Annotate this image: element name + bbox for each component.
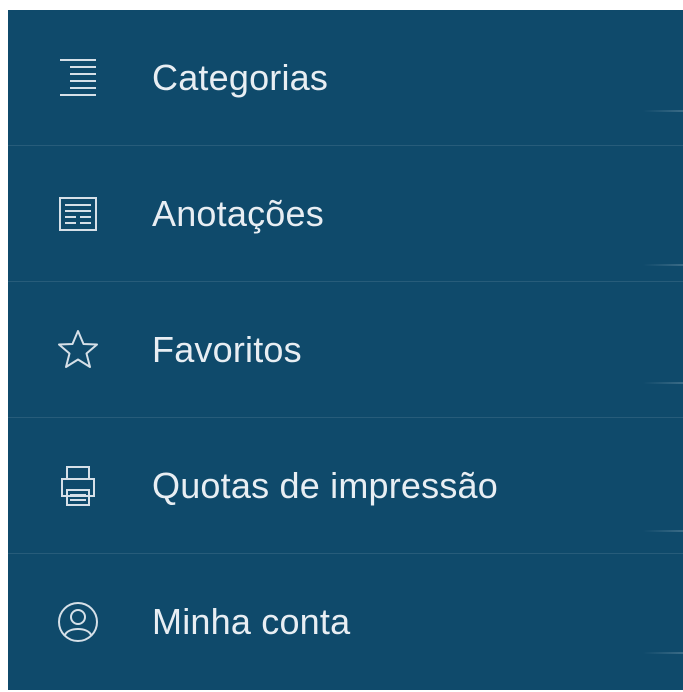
edge-decoration xyxy=(643,264,683,266)
side-menu: Categorias Anotações Favoritos Quotas de… xyxy=(8,10,683,690)
categories-icon xyxy=(48,48,108,108)
menu-item-label: Anotações xyxy=(152,192,324,234)
menu-item-quotas-de-impressao[interactable]: Quotas de impressão xyxy=(8,418,683,554)
menu-item-minha-conta[interactable]: Minha conta xyxy=(8,554,683,690)
menu-item-categorias[interactable]: Categorias xyxy=(8,10,683,146)
notes-icon xyxy=(48,184,108,244)
edge-decoration xyxy=(643,110,683,112)
menu-item-anotacoes[interactable]: Anotações xyxy=(8,146,683,282)
printer-icon xyxy=(48,456,108,516)
menu-item-label: Favoritos xyxy=(152,328,302,370)
menu-item-label: Minha conta xyxy=(152,601,351,642)
menu-item-label: Quotas de impressão xyxy=(152,464,498,506)
menu-item-label: Categorias xyxy=(152,56,329,98)
edge-decoration xyxy=(643,652,683,654)
star-icon xyxy=(48,320,108,380)
edge-decoration xyxy=(643,382,683,384)
edge-decoration xyxy=(643,530,683,532)
menu-item-favoritos[interactable]: Favoritos xyxy=(8,282,683,418)
user-icon xyxy=(48,592,108,652)
